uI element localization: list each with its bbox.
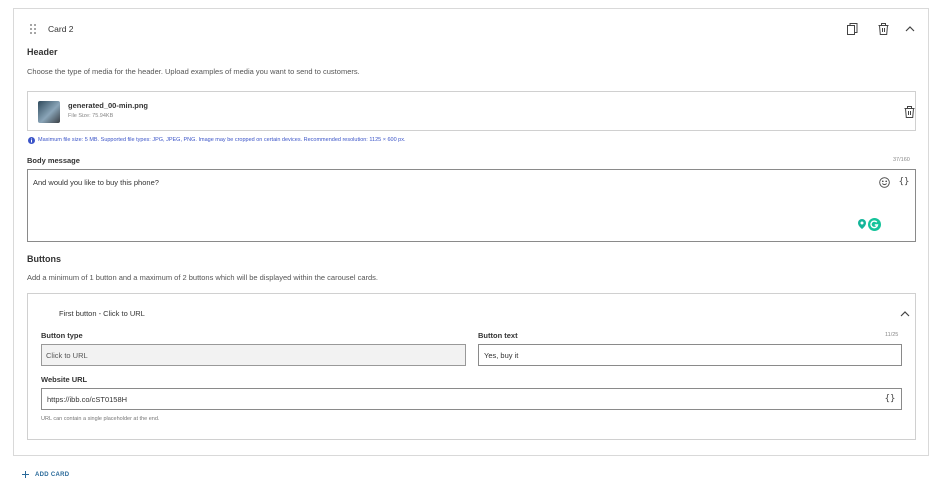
buttons-section-title: Buttons [27,254,61,264]
card-title: Card 2 [48,24,74,34]
body-message-count: 37/160 [893,157,910,163]
file-size: File Size: 75.94KB [68,113,114,119]
url-braces-icon[interactable]: {} [882,391,898,407]
copy-icon[interactable] [844,21,860,37]
header-section-description: Choose the type of media for the header.… [27,67,360,76]
file-thumbnail [38,101,60,123]
first-button-panel: First button - Click to URL Button type … [27,293,916,440]
plus-icon [22,471,29,478]
website-url-value: https://ibb.co/cST0158H [47,395,128,404]
emoji-icon[interactable] [876,174,892,190]
website-url-input[interactable]: https://ibb.co/cST0158H {} [41,388,902,410]
file-name: generated_00-min.png [68,101,149,110]
body-message-text: And would you like to buy this phone? [33,178,159,187]
body-message-label: Body message [27,156,80,165]
header-section-title: Header [27,47,58,57]
button-type-value: Click to URL [46,351,88,360]
button-text-count: 11/25 [885,332,899,338]
uploaded-file-row: generated_00-min.png File Size: 75.94KB [27,91,916,131]
trash-icon[interactable] [875,21,891,37]
grammarly-icon[interactable] [868,218,881,231]
website-url-hint: URL can contain a single placeholder at … [41,416,160,422]
file-requirements-info: Maximum file size: 5 MB. Supported file … [38,137,406,143]
button-text-value: Yes, buy it [484,351,519,360]
body-message-textarea[interactable]: And would you like to buy this phone? {} [27,169,916,242]
drag-handle-icon[interactable] [29,23,39,35]
carousel-card: Card 2 Header Choose the type of media f… [13,8,929,456]
chevron-up-icon[interactable] [902,21,918,37]
button-type-label: Button type [41,331,83,340]
button-text-input[interactable]: Yes, buy it [478,344,902,366]
remove-file-trash-icon[interactable] [901,104,917,120]
location-pin-icon [858,219,866,229]
button-text-label: Button text [478,331,518,340]
collapse-chevron-up-icon[interactable] [897,306,913,322]
button-type-select[interactable]: Click to URL [41,344,466,366]
first-button-title: First button - Click to URL [59,309,145,318]
buttons-section-description: Add a minimum of 1 button and a maximum … [27,273,379,282]
add-card-label: ADD CARD [35,471,70,478]
info-icon [28,137,35,144]
website-url-label: Website URL [41,375,88,384]
add-card-button[interactable]: ADD CARD [22,471,69,478]
braces-icon[interactable]: {} [896,174,912,190]
